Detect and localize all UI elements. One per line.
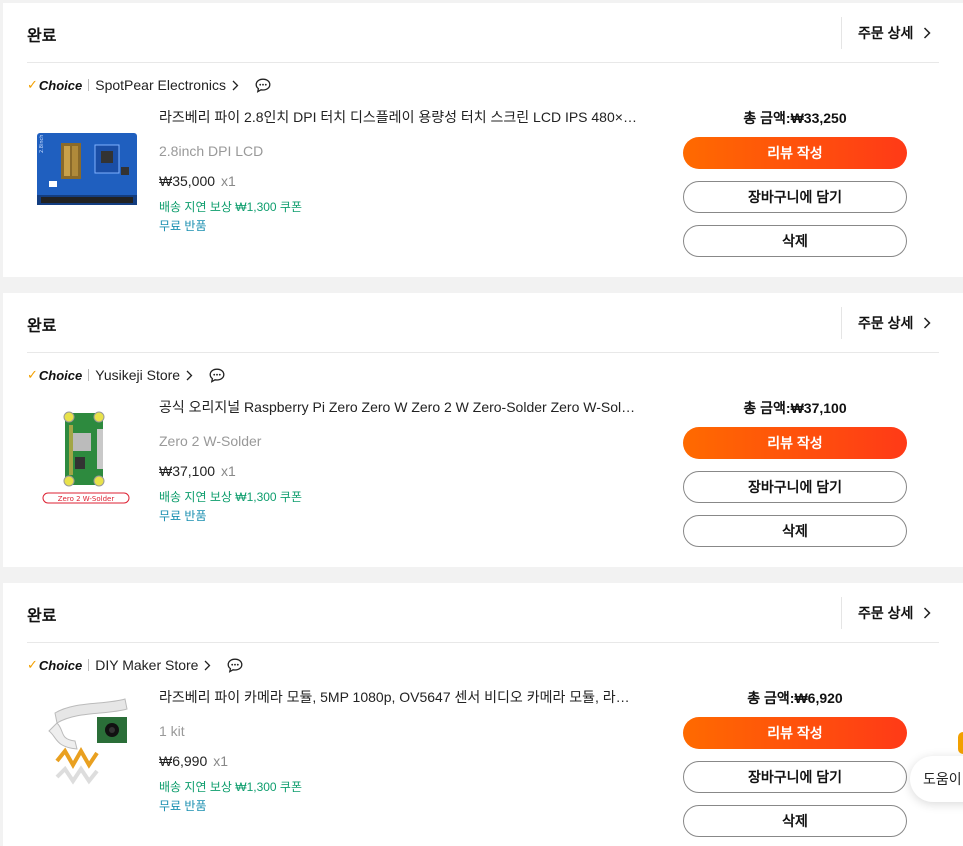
choice-label: Choice [38,657,83,673]
choice-label: Choice [38,77,83,93]
chevron-right-icon[interactable] [186,370,193,381]
product-image-caption: Zero 2 W-Solder [58,495,115,503]
free-return-text: 무료 반품 [159,219,207,233]
order-detail-link[interactable]: 주문 상세 [841,17,939,49]
product-image[interactable] [35,691,139,795]
divider [88,79,90,91]
product-price: ₩6,990 [159,753,208,769]
store-name-link[interactable]: Yusikeji Store [95,367,180,383]
chat-bubble-icon[interactable] [209,368,225,383]
choice-badge: ✓ Choice [27,657,82,673]
chevron-right-icon [924,607,931,619]
product-info: 공식 오리지널 Raspberry Pi Zero Zero W Zero 2 … [159,397,649,524]
write-review-button[interactable]: 리뷰 작성 [683,137,907,169]
choice-label: Choice [38,367,83,383]
product-variant: 1 kit [159,723,185,739]
choice-check-icon: ✓ [27,77,38,92]
product-qty: x1 [221,463,236,479]
add-to-cart-button[interactable]: 장바구니에 담기 [683,471,907,503]
order-total: 총 금액:₩6,920 [747,690,843,706]
delete-order-button[interactable]: 삭제 [683,805,907,837]
product-qty: x1 [213,753,229,769]
help-label: 도움이 [923,771,962,787]
store-row: ✓ Choice SpotPear Electronics [27,76,271,94]
product-image[interactable]: 2.8inch [35,111,139,215]
add-to-cart-button[interactable]: 장바구니에 담기 [683,761,907,793]
order-card: 완료 주문 상세 ✓ Choice SpotPear Electronics 2… [3,3,963,277]
product-image[interactable]: Zero 2 W-Solder [35,401,139,505]
order-status: 완료 [27,28,57,45]
product-price: ₩35,000 [159,173,216,189]
write-review-button[interactable]: 리뷰 작성 [683,717,907,749]
order-detail-label: 주문 상세 [858,25,914,41]
delete-order-button[interactable]: 삭제 [683,515,907,547]
product-info: 라즈베리 파이 카메라 모듈, 5MP 1080p, OV5647 센서 비디오… [159,687,649,814]
order-card: 완료 주문 상세 ✓ Choice DIY Maker Store 라즈베리 파… [3,583,963,846]
store-name-link[interactable]: SpotPear Electronics [95,77,226,93]
order-actions: 총 금액:₩33,250 리뷰 작성 장바구니에 담기 삭제 [683,109,907,257]
chevron-right-icon[interactable] [204,660,211,671]
product-title[interactable]: 라즈베리 파이 카메라 모듈, 5MP 1080p, OV5647 센서 비디오… [159,687,639,707]
chevron-right-icon [924,27,931,39]
price-row: ₩6,990 x1 [159,753,649,769]
product-price: ₩37,100 [159,463,216,479]
chevron-right-icon [924,317,931,329]
free-return-text: 무료 반품 [159,509,207,523]
order-detail-label: 주문 상세 [858,605,914,621]
store-row: ✓ Choice Yusikeji Store [27,366,225,384]
order-header: 완료 주문 상세 [27,583,939,643]
divider [88,369,90,381]
order-status: 완료 [27,608,57,625]
order-status: 완료 [27,318,57,335]
order-detail-link[interactable]: 주문 상세 [841,597,939,629]
order-total: 총 금액:₩33,250 [743,110,847,126]
choice-badge: ✓ Choice [27,77,82,93]
order-actions: 총 금액:₩37,100 리뷰 작성 장바구니에 담기 삭제 [683,399,907,547]
choice-check-icon: ✓ [27,367,38,382]
svg-text:2.8inch: 2.8inch [39,135,45,153]
order-list: 완료 주문 상세 ✓ Choice SpotPear Electronics 2… [0,0,963,846]
free-return-text: 무료 반품 [159,799,207,813]
write-review-button[interactable]: 리뷰 작성 [683,427,907,459]
store-name-link[interactable]: DIY Maker Store [95,657,198,673]
order-header: 완료 주문 상세 [27,3,939,63]
product-title[interactable]: 라즈베리 파이 2.8인치 DPI 터치 디스플레이 용량성 터치 스크린 LC… [159,107,639,127]
order-actions: 총 금액:₩6,920 리뷰 작성 장바구니에 담기 삭제 [683,689,907,837]
delay-coupon-text: 배송 지연 보상 ₩1,300 쿠폰 [159,490,303,504]
choice-check-icon: ✓ [27,657,38,672]
order-card: 완료 주문 상세 ✓ Choice Yusikeji Store Zero 2 … [3,293,963,567]
delay-coupon-text: 배송 지연 보상 ₩1,300 쿠폰 [159,200,303,214]
delay-coupon-text: 배송 지연 보상 ₩1,300 쿠폰 [159,780,303,794]
help-button[interactable]: 도움이 [910,756,963,802]
chat-bubble-icon[interactable] [255,78,271,93]
chevron-right-icon[interactable] [232,80,239,91]
price-row: ₩37,100 x1 [159,463,649,479]
order-detail-link[interactable]: 주문 상세 [841,307,939,339]
delete-order-button[interactable]: 삭제 [683,225,907,257]
price-row: ₩35,000 x1 [159,173,649,189]
order-detail-label: 주문 상세 [858,315,914,331]
product-title[interactable]: 공식 오리지널 Raspberry Pi Zero Zero W Zero 2 … [159,397,639,417]
chat-bubble-icon[interactable] [227,658,243,673]
store-row: ✓ Choice DIY Maker Store [27,656,243,674]
product-info: 라즈베리 파이 2.8인치 DPI 터치 디스플레이 용량성 터치 스크린 LC… [159,107,649,234]
add-to-cart-button[interactable]: 장바구니에 담기 [683,181,907,213]
choice-badge: ✓ Choice [27,367,82,383]
product-variant: 2.8inch DPI LCD [159,143,264,159]
help-indicator [958,732,963,754]
divider [88,659,90,671]
order-total: 총 금액:₩37,100 [743,400,847,416]
product-variant: Zero 2 W-Solder [159,433,262,449]
order-header: 완료 주문 상세 [27,293,939,353]
product-qty: x1 [221,173,236,189]
